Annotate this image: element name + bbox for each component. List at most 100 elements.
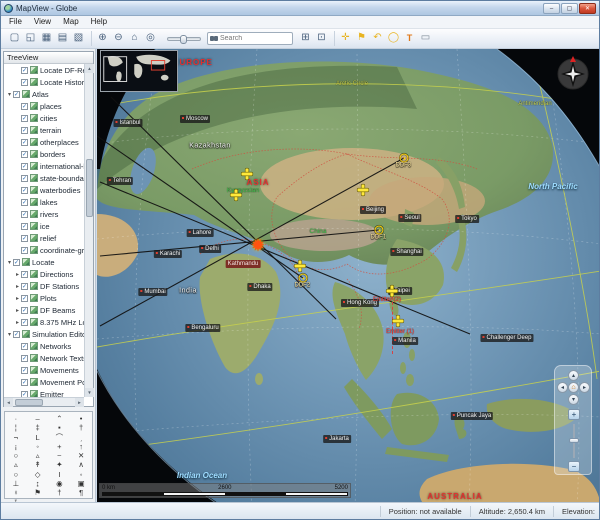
symbol-item[interactable]: · [5, 414, 27, 423]
tree-item[interactable]: ▾ ✓ Atlas [4, 88, 84, 100]
symbol-item[interactable]: ▵ [5, 460, 27, 469]
layer-checkbox[interactable]: ✓ [13, 91, 20, 98]
new-document-icon[interactable]: ▢ [7, 31, 22, 46]
symbol-item[interactable]: ▣ [70, 479, 92, 488]
snapshot-icon[interactable]: ⊡ [314, 31, 329, 46]
layer-checkbox[interactable]: ✓ [21, 79, 28, 86]
scroll-down-icon[interactable]: ▼ [85, 388, 94, 397]
symbol-item[interactable]: ⊥ [5, 479, 27, 488]
tree-item[interactable]: ▸ ✓ DF Beams [4, 304, 84, 316]
symbol-item[interactable]: ¶ [70, 488, 92, 497]
scroll-left-icon[interactable]: ◄ [4, 398, 13, 407]
tree-item[interactable]: ▾ ✓ Locate [4, 256, 84, 268]
tree-item[interactable]: ✓ relief [4, 232, 84, 244]
layer-checkbox[interactable]: ✓ [21, 283, 28, 290]
compass-icon[interactable] [555, 55, 591, 91]
expander-icon[interactable]: ▸ [14, 271, 21, 278]
circle-tool-icon[interactable]: ◯ [386, 31, 401, 46]
minimize-button[interactable]: – [543, 3, 560, 14]
pan-left-button[interactable]: ◂ [557, 382, 568, 393]
symbol-item[interactable]: I [49, 470, 71, 479]
scroll-right-icon[interactable]: ► [75, 398, 84, 407]
tree-item[interactable]: ✓ Locate History [4, 76, 84, 88]
symbol-item[interactable]: ⌒ [49, 433, 71, 442]
symbol-item[interactable]: – [27, 414, 49, 423]
zoom-home-icon[interactable]: ⌂ [127, 31, 142, 46]
expander-icon[interactable]: ▾ [6, 331, 13, 338]
layer-checkbox[interactable]: ✓ [21, 367, 28, 374]
symbol-item[interactable]: ○ [5, 470, 27, 479]
symbol-item[interactable]: † [70, 423, 92, 432]
tree-item[interactable]: ✓ Movement Poin [4, 376, 84, 388]
symbol-item[interactable]: ¡ [5, 442, 27, 451]
layer-checkbox[interactable]: ✓ [21, 271, 28, 278]
tree-item[interactable]: ✓ Network Texts [4, 352, 84, 364]
symbol-item[interactable]: ○ [5, 451, 27, 460]
pan-right-button[interactable]: ▸ [579, 382, 590, 393]
zoom-out-button[interactable]: − [568, 461, 580, 472]
tree-item[interactable]: ✓ ice [4, 220, 84, 232]
tree-vertical-scrollbar[interactable]: ▲ ▼ [84, 64, 93, 397]
tree-horizontal-scrollbar[interactable]: ◄ ► [4, 397, 84, 406]
symbol-item[interactable]: ¦ [5, 423, 27, 432]
layer-checkbox[interactable]: ✓ [21, 319, 28, 326]
layer-checkbox[interactable]: ✓ [21, 103, 28, 110]
scroll-thumb[interactable] [15, 399, 43, 406]
tree-item[interactable]: ✓ coordinate-grid [4, 244, 84, 256]
layer-checkbox[interactable]: ✓ [21, 115, 28, 122]
layer-checkbox[interactable]: ✓ [13, 259, 20, 266]
symbol-item[interactable]: ∧ [70, 460, 92, 469]
symbol-item[interactable]: ♀ [5, 488, 27, 497]
tree-item[interactable]: ✓ Emitter [4, 388, 84, 397]
symbol-item[interactable]: ◦ [27, 442, 49, 451]
symbol-item[interactable]: ↟ [27, 460, 49, 469]
layer-checkbox[interactable]: ✓ [21, 127, 28, 134]
symbol-item[interactable]: ◦ [70, 470, 92, 479]
measure-tool-icon[interactable]: ▭ [418, 31, 433, 46]
symbol-item[interactable]: ⌃ [49, 414, 71, 423]
layer-checkbox[interactable]: ✓ [21, 295, 28, 302]
layer-checkbox[interactable]: ✓ [21, 163, 28, 170]
expander-icon[interactable]: ▸ [14, 283, 21, 290]
symbol-item[interactable]: ▪ [49, 423, 71, 432]
symbol-item[interactable]: ▵ [27, 451, 49, 460]
maximize-button[interactable]: ▢ [561, 3, 578, 14]
symbol-item[interactable]: + [49, 442, 71, 451]
symbol-item[interactable]: L [27, 433, 49, 442]
tree-item[interactable]: ✓ Locate DF-Recorder [4, 64, 84, 76]
symbol-item[interactable]: ✦ [49, 460, 71, 469]
menu-item[interactable]: View [28, 16, 57, 28]
scroll-thumb[interactable] [86, 159, 93, 217]
home-button[interactable]: ⌂ [568, 382, 579, 393]
overview-map[interactable] [100, 50, 178, 92]
menu-item[interactable]: File [3, 16, 28, 28]
print-icon[interactable]: ▤ [55, 31, 70, 46]
print-preview-icon[interactable]: ▧ [71, 31, 86, 46]
tree-item[interactable]: ✓ places [4, 100, 84, 112]
layer-checkbox[interactable]: ✓ [21, 235, 28, 242]
marker-tool-icon[interactable]: ✛ [338, 31, 353, 46]
tree-item[interactable]: ✓ international-bo [4, 160, 84, 172]
layer-checkbox[interactable]: ✓ [21, 379, 28, 386]
treeview-header[interactable]: TreeView [4, 52, 93, 64]
menu-item[interactable]: Map [57, 16, 85, 28]
symbol-item[interactable]: ↨ [27, 479, 49, 488]
search-input[interactable] [220, 35, 288, 42]
rotate-tool-icon[interactable]: ↶ [370, 31, 385, 46]
zoom-thumb[interactable] [569, 438, 579, 443]
menu-item[interactable]: Help [85, 16, 113, 28]
tree-item[interactable]: ✓ Movements [4, 364, 84, 376]
tree-item[interactable]: ✓ lakes [4, 196, 84, 208]
layer-checkbox[interactable]: ✓ [21, 175, 28, 182]
layer-checkbox[interactable]: ✓ [21, 67, 28, 74]
tree-item[interactable]: ▾ ✓ Simulation Editor [4, 328, 84, 340]
symbol-item[interactable]: ✕ [70, 451, 92, 460]
expander-icon[interactable]: ▾ [6, 259, 13, 266]
symbol-item[interactable]: ~ [49, 451, 71, 460]
tree-item[interactable]: ✓ state-boundarie [4, 172, 84, 184]
copy-view-icon[interactable]: ⊞ [298, 31, 313, 46]
layer-checkbox[interactable]: ✓ [21, 343, 28, 350]
zoom-in-button[interactable]: + [568, 409, 580, 420]
layer-checkbox[interactable]: ✓ [13, 331, 20, 338]
expander-icon[interactable]: ▸ [14, 307, 21, 314]
